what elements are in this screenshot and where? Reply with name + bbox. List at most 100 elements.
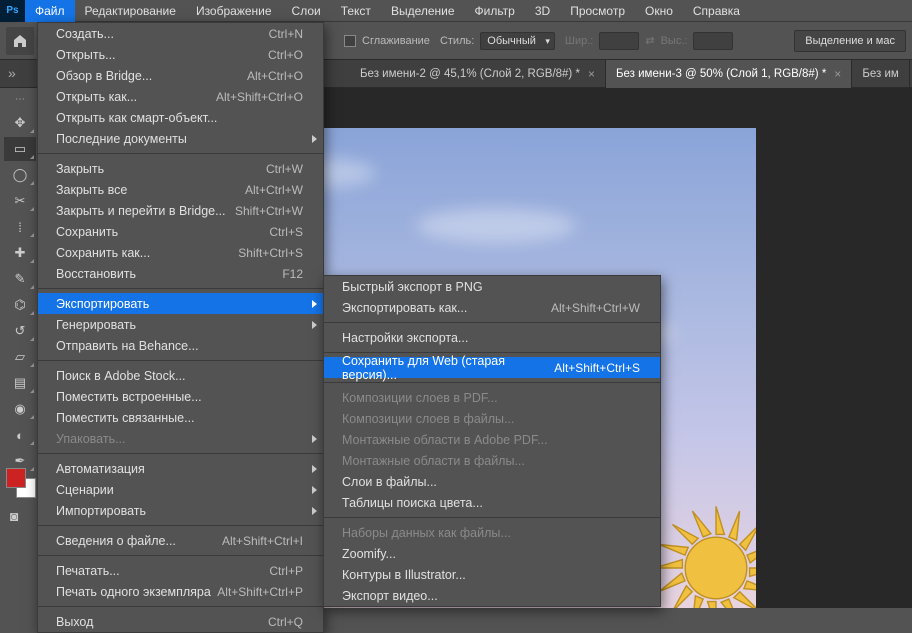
tool-eyedropper[interactable]: ⁞	[4, 215, 36, 239]
menubar-item-выделение[interactable]: Выделение	[381, 0, 465, 22]
menubar-item-3d[interactable]: 3D	[525, 0, 560, 22]
menu-item[interactable]: Обзор в Bridge...Alt+Ctrl+O	[38, 65, 323, 86]
menu-item[interactable]: Открыть...Ctrl+O	[38, 44, 323, 65]
home-icon	[12, 33, 28, 49]
menu-item[interactable]: ВосстановитьF12	[38, 263, 323, 284]
document-tab[interactable]: Без имени-2 @ 45,1% (Слой 2, RGB/8#) *×	[350, 60, 606, 88]
tool-history[interactable]: ↺	[4, 319, 36, 343]
menubar-item-файл[interactable]: Файл	[25, 0, 75, 22]
menu-item[interactable]: Слои в файлы...	[324, 471, 660, 492]
blur-icon: ◉	[14, 401, 25, 417]
menu-item[interactable]: Настройки экспорта...	[324, 327, 660, 348]
file-menu-dropdown: Создать...Ctrl+NОткрыть...Ctrl+OОбзор в …	[37, 22, 324, 633]
menubar-item-слои[interactable]: Слои	[282, 0, 331, 22]
tool-lasso[interactable]: ◯	[4, 163, 36, 187]
quickmask-icon[interactable]: ◙	[10, 508, 18, 524]
tool-dodge[interactable]: ◐	[4, 423, 36, 447]
antialias-checkbox[interactable]: Сглаживание	[344, 35, 430, 47]
menu-item[interactable]: Открыть как смарт-объект...	[38, 107, 323, 128]
menu-item[interactable]: Zoomify...	[324, 543, 660, 564]
menu-item[interactable]: Сохранить как...Shift+Ctrl+S	[38, 242, 323, 263]
menu-item[interactable]: Поместить связанные...	[38, 407, 323, 428]
menubar-item-редактирование[interactable]: Редактирование	[75, 0, 186, 22]
menu-item[interactable]: Сохранить для Web (старая версия)...Alt+…	[324, 357, 660, 378]
menubar-item-окно[interactable]: Окно	[635, 0, 683, 22]
move-icon: ✥	[15, 115, 26, 131]
menu-item[interactable]: Отправить на Behance...	[38, 335, 323, 356]
tool-heal[interactable]: ✚	[4, 241, 36, 265]
document-tab[interactable]: Без им	[852, 60, 910, 88]
tool-gradient[interactable]: ▤	[4, 371, 36, 395]
menu-item-label: Композиции слоев в файлы...	[342, 412, 514, 426]
menu-item[interactable]: Импортировать	[38, 500, 323, 521]
menu-separator	[38, 525, 323, 526]
lasso-icon: ◯	[13, 167, 28, 183]
menu-item[interactable]: Контуры в Illustrator...	[324, 564, 660, 585]
swap-wh-icon[interactable]: ⇄	[645, 34, 654, 47]
tool-crop[interactable]: ✂	[4, 189, 36, 213]
tool-blur[interactable]: ◉	[4, 397, 36, 421]
menu-item-label: Экспорт видео...	[342, 589, 438, 603]
foreground-color-swatch[interactable]	[6, 468, 26, 488]
menu-shortcut: Ctrl+Q	[268, 615, 303, 629]
width-input[interactable]	[599, 32, 639, 50]
menu-item[interactable]: Поместить встроенные...	[38, 386, 323, 407]
tool-marquee[interactable]: ▭	[4, 137, 36, 161]
menu-item[interactable]: Закрыть все Alt+Ctrl+W	[38, 179, 323, 200]
menu-item-label: Поиск в Adobe Stock...	[56, 369, 186, 383]
menu-item[interactable]: ЗакрытьCtrl+W	[38, 158, 323, 179]
menu-item[interactable]: Экспортировать как...Alt+Shift+Ctrl+W	[324, 297, 660, 318]
menu-item[interactable]: Автоматизация	[38, 458, 323, 479]
menu-item[interactable]: Сведения о файле...Alt+Shift+Ctrl+I	[38, 530, 323, 551]
tool-eraser[interactable]: ▱	[4, 345, 36, 369]
menu-item: Композиции слоев в PDF...	[324, 387, 660, 408]
menu-item[interactable]: Быстрый экспорт в PNG	[324, 276, 660, 297]
menu-item[interactable]: Печатать...Ctrl+P	[38, 560, 323, 581]
menu-item-label: Закрыть и перейти в Bridge...	[56, 204, 226, 218]
tab-dropdown-icon[interactable]: »	[8, 65, 16, 81]
toolbar-handle-icon[interactable]: ⋯	[15, 94, 25, 105]
menu-item-label: Поместить встроенные...	[56, 390, 202, 404]
close-tab-icon[interactable]: ×	[588, 67, 595, 81]
menu-shortcut: Shift+Ctrl+S	[238, 246, 303, 260]
menu-item[interactable]: Создать...Ctrl+N	[38, 23, 323, 44]
style-select[interactable]: Обычный▾	[480, 32, 555, 50]
menubar-item-фильтр[interactable]: Фильтр	[465, 0, 525, 22]
menu-item[interactable]: ВыходCtrl+Q	[38, 611, 323, 632]
menu-item[interactable]: Экспортировать	[38, 293, 323, 314]
menubar-item-справка[interactable]: Справка	[683, 0, 750, 22]
close-tab-icon[interactable]: ×	[834, 67, 841, 81]
menu-item-label: Закрыть все	[56, 183, 127, 197]
menu-item[interactable]: Закрыть и перейти в Bridge...Shift+Ctrl+…	[38, 200, 323, 221]
menu-item[interactable]: Последние документы	[38, 128, 323, 149]
history-icon: ↺	[15, 323, 26, 339]
menu-shortcut: Ctrl+W	[266, 162, 303, 176]
menu-item[interactable]: Поиск в Adobe Stock...	[38, 365, 323, 386]
menu-item[interactable]: Открыть как...Alt+Shift+Ctrl+O	[38, 86, 323, 107]
menubar: Ps ФайлРедактированиеИзображениеСлоиТекс…	[0, 0, 912, 22]
menu-item[interactable]: Экспорт видео...	[324, 585, 660, 606]
submenu-arrow-icon	[312, 321, 317, 329]
tool-brush[interactable]: ✎	[4, 267, 36, 291]
menu-shortcut: Alt+Ctrl+W	[245, 183, 303, 197]
menu-item-label: Композиции слоев в PDF...	[342, 391, 498, 405]
menu-shortcut: Alt+Ctrl+O	[247, 69, 303, 83]
menu-item[interactable]: Таблицы поиска цвета...	[324, 492, 660, 513]
menubar-item-текст[interactable]: Текст	[331, 0, 381, 22]
menubar-item-изображение[interactable]: Изображение	[186, 0, 282, 22]
home-button[interactable]	[6, 27, 34, 55]
submenu-arrow-icon	[312, 507, 317, 515]
height-input[interactable]	[693, 32, 733, 50]
tool-move[interactable]: ✥	[4, 111, 36, 135]
select-and-mask-button[interactable]: Выделение и мас	[794, 30, 906, 52]
menubar-item-просмотр[interactable]: Просмотр	[560, 0, 635, 22]
submenu-arrow-icon	[312, 435, 317, 443]
menu-item[interactable]: Сценарии	[38, 479, 323, 500]
tool-stamp[interactable]: ⌬	[4, 293, 36, 317]
menu-item[interactable]: Печать одного экземпляраAlt+Shift+Ctrl+P	[38, 581, 323, 602]
document-tab[interactable]: Без имени-3 @ 50% (Слой 1, RGB/8#) *×	[606, 60, 852, 88]
menu-item-label: Открыть...	[56, 48, 116, 62]
menu-item[interactable]: Генерировать	[38, 314, 323, 335]
menu-item[interactable]: СохранитьCtrl+S	[38, 221, 323, 242]
menu-item-label: Восстановить	[56, 267, 136, 281]
